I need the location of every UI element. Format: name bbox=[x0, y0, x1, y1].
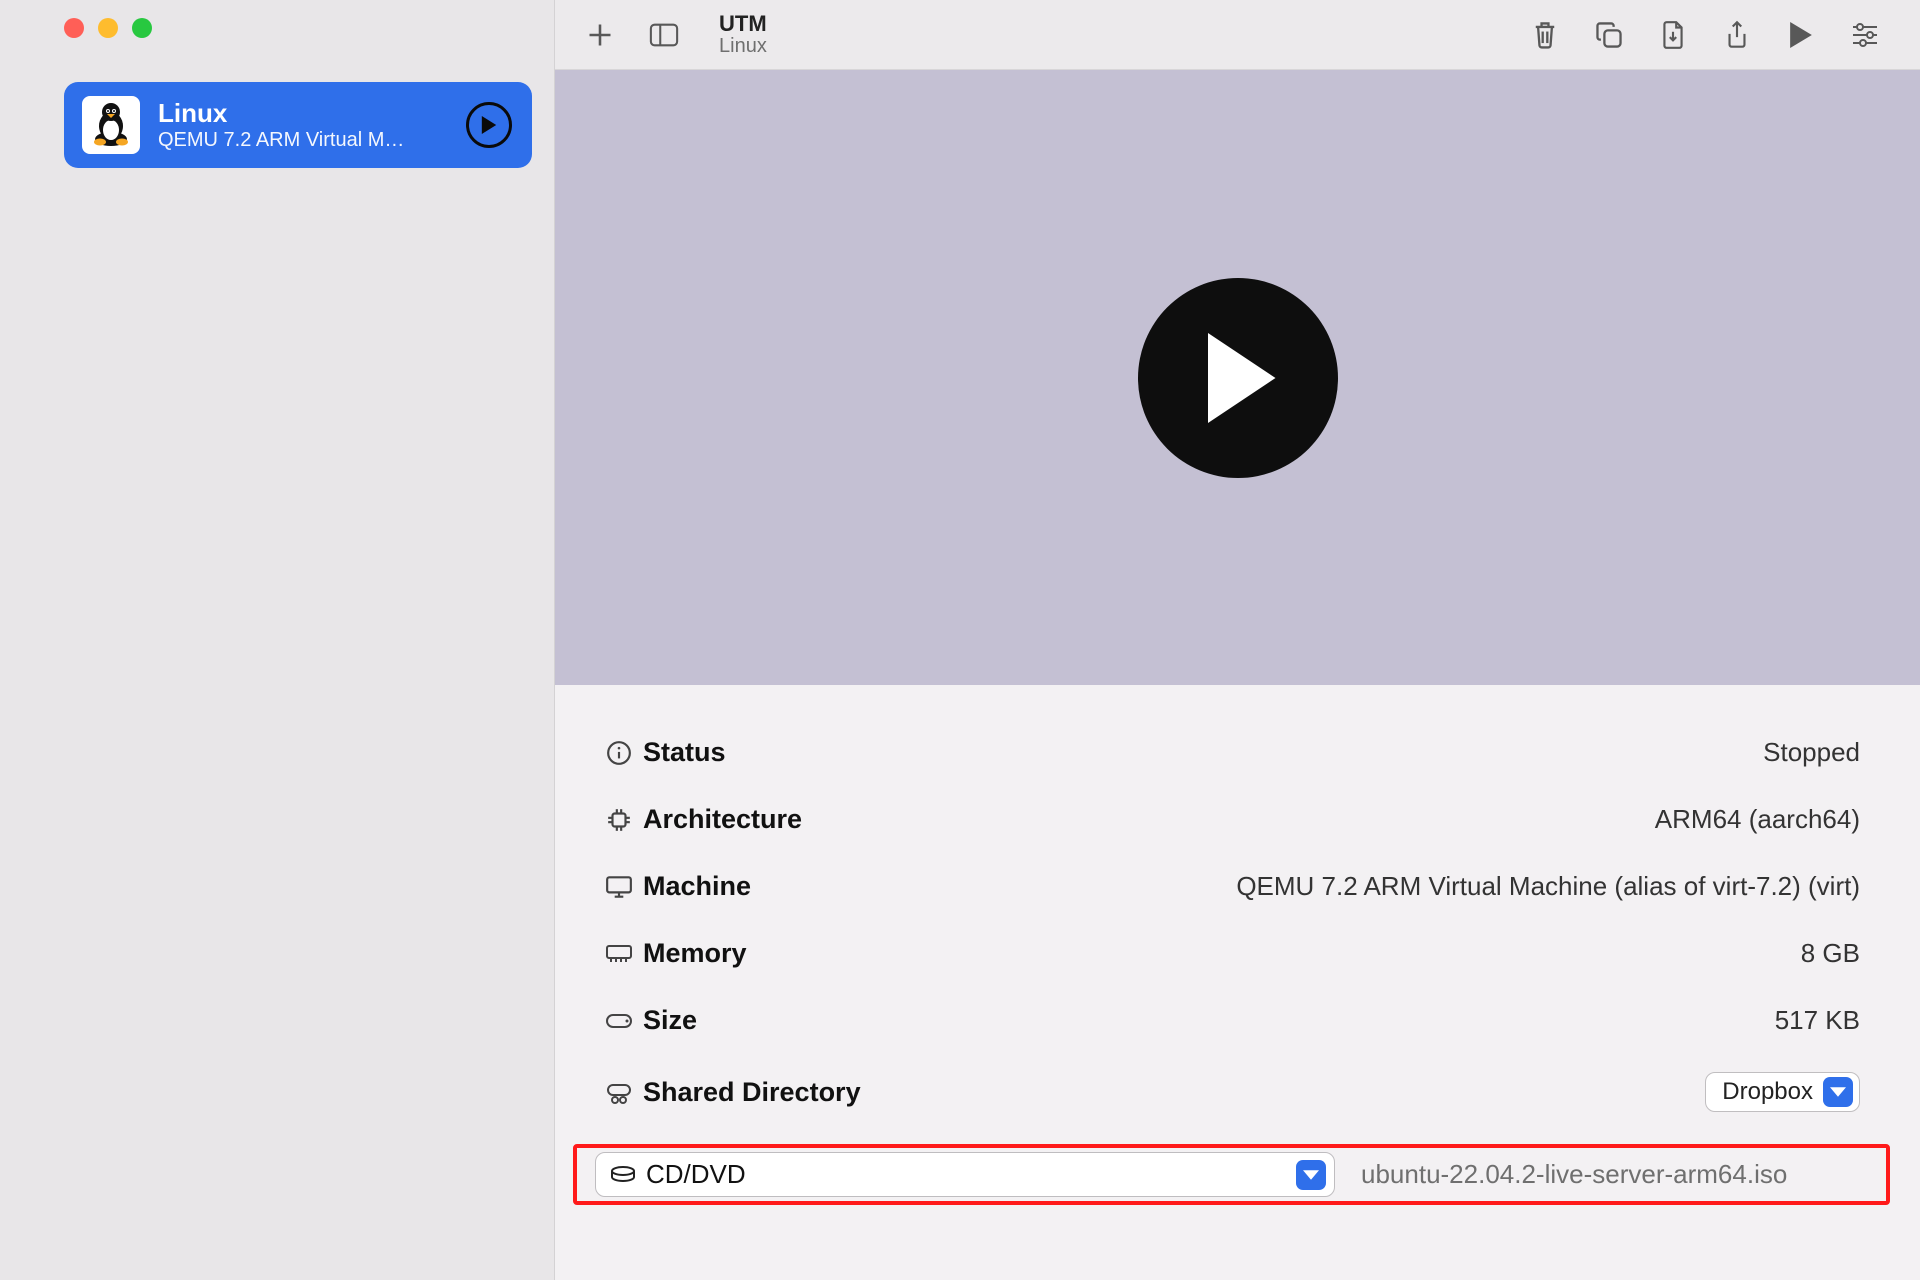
cpu-icon bbox=[595, 807, 643, 833]
vm-list: Linux QEMU 7.2 ARM Virtual M… bbox=[0, 60, 554, 168]
cd-dvd-row: CD/DVD ubuntu-22.04.2-live-server-arm64.… bbox=[595, 1152, 1860, 1197]
vm-details: Status Stopped Architecture ARM64 (aarch… bbox=[555, 685, 1920, 1280]
disk-icon bbox=[595, 1011, 643, 1031]
sidebar: Linux QEMU 7.2 ARM Virtual M… bbox=[0, 0, 554, 1280]
monitor-icon bbox=[595, 874, 643, 900]
toggle-sidebar-button[interactable] bbox=[649, 20, 679, 50]
close-window-button[interactable] bbox=[64, 18, 84, 38]
toolbar-title-area: UTM Linux bbox=[719, 12, 767, 56]
shared-directory-value: Dropbox bbox=[1722, 1078, 1813, 1106]
vm-list-item-text: Linux QEMU 7.2 ARM Virtual M… bbox=[158, 98, 448, 152]
status-row: Status Stopped bbox=[595, 719, 1860, 786]
cd-dvd-row-highlight: CD/DVD ubuntu-22.04.2-live-server-arm64.… bbox=[573, 1144, 1890, 1205]
machine-label: Machine bbox=[643, 871, 903, 902]
main-panel: UTM Linux bbox=[554, 0, 1920, 1280]
minimize-window-button[interactable] bbox=[98, 18, 118, 38]
cd-dvd-file-value: ubuntu-22.04.2-live-server-arm64.iso bbox=[1351, 1159, 1860, 1190]
size-row: Size 517 KB bbox=[595, 987, 1860, 1054]
cd-dvd-select[interactable]: CD/DVD bbox=[595, 1152, 1335, 1197]
shared-directory-label: Shared Directory bbox=[643, 1077, 903, 1108]
import-button[interactable] bbox=[1658, 20, 1688, 50]
add-vm-button[interactable] bbox=[585, 20, 615, 50]
drive-icon bbox=[610, 1165, 636, 1185]
info-icon bbox=[595, 740, 643, 766]
size-value: 517 KB bbox=[1775, 1005, 1860, 1036]
shared-directory-row: Shared Directory Dropbox bbox=[595, 1054, 1860, 1130]
app-subtitle: Linux bbox=[719, 36, 767, 57]
cd-dvd-label: CD/DVD bbox=[646, 1159, 746, 1190]
vm-name: Linux bbox=[158, 98, 448, 129]
architecture-label: Architecture bbox=[643, 804, 903, 835]
settings-button[interactable] bbox=[1850, 20, 1880, 50]
delete-button[interactable] bbox=[1530, 20, 1560, 50]
shared-directory-select[interactable]: Dropbox bbox=[1705, 1072, 1860, 1112]
linux-tux-icon bbox=[82, 96, 140, 154]
size-label: Size bbox=[643, 1005, 903, 1036]
app-window: Linux QEMU 7.2 ARM Virtual M… UTM Linux bbox=[0, 0, 1920, 1280]
vm-list-item[interactable]: Linux QEMU 7.2 ARM Virtual M… bbox=[64, 82, 532, 168]
memory-row: Memory 8 GB bbox=[595, 920, 1860, 987]
vm-subtitle: QEMU 7.2 ARM Virtual M… bbox=[158, 129, 448, 152]
vm-preview-area bbox=[555, 70, 1920, 685]
run-button[interactable] bbox=[1786, 20, 1816, 50]
machine-value: QEMU 7.2 ARM Virtual Machine (alias of v… bbox=[1236, 871, 1860, 902]
machine-row: Machine QEMU 7.2 ARM Virtual Machine (al… bbox=[595, 853, 1860, 920]
maximize-window-button[interactable] bbox=[132, 18, 152, 38]
vm-start-button[interactable] bbox=[466, 102, 512, 148]
memory-icon bbox=[595, 943, 643, 965]
memory-value: 8 GB bbox=[1801, 938, 1860, 969]
chevron-down-icon bbox=[1296, 1160, 1326, 1190]
memory-label: Memory bbox=[643, 938, 903, 969]
toolbar: UTM Linux bbox=[555, 0, 1920, 70]
app-title: UTM bbox=[719, 12, 767, 35]
start-vm-big-button[interactable] bbox=[1138, 278, 1338, 478]
status-label: Status bbox=[643, 737, 903, 768]
window-controls bbox=[0, 0, 554, 60]
shared-folder-icon bbox=[595, 1079, 643, 1105]
status-value: Stopped bbox=[1763, 737, 1860, 768]
clone-button[interactable] bbox=[1594, 20, 1624, 50]
architecture-value: ARM64 (aarch64) bbox=[1655, 804, 1860, 835]
architecture-row: Architecture ARM64 (aarch64) bbox=[595, 786, 1860, 853]
chevron-down-icon bbox=[1823, 1077, 1853, 1107]
share-button[interactable] bbox=[1722, 20, 1752, 50]
